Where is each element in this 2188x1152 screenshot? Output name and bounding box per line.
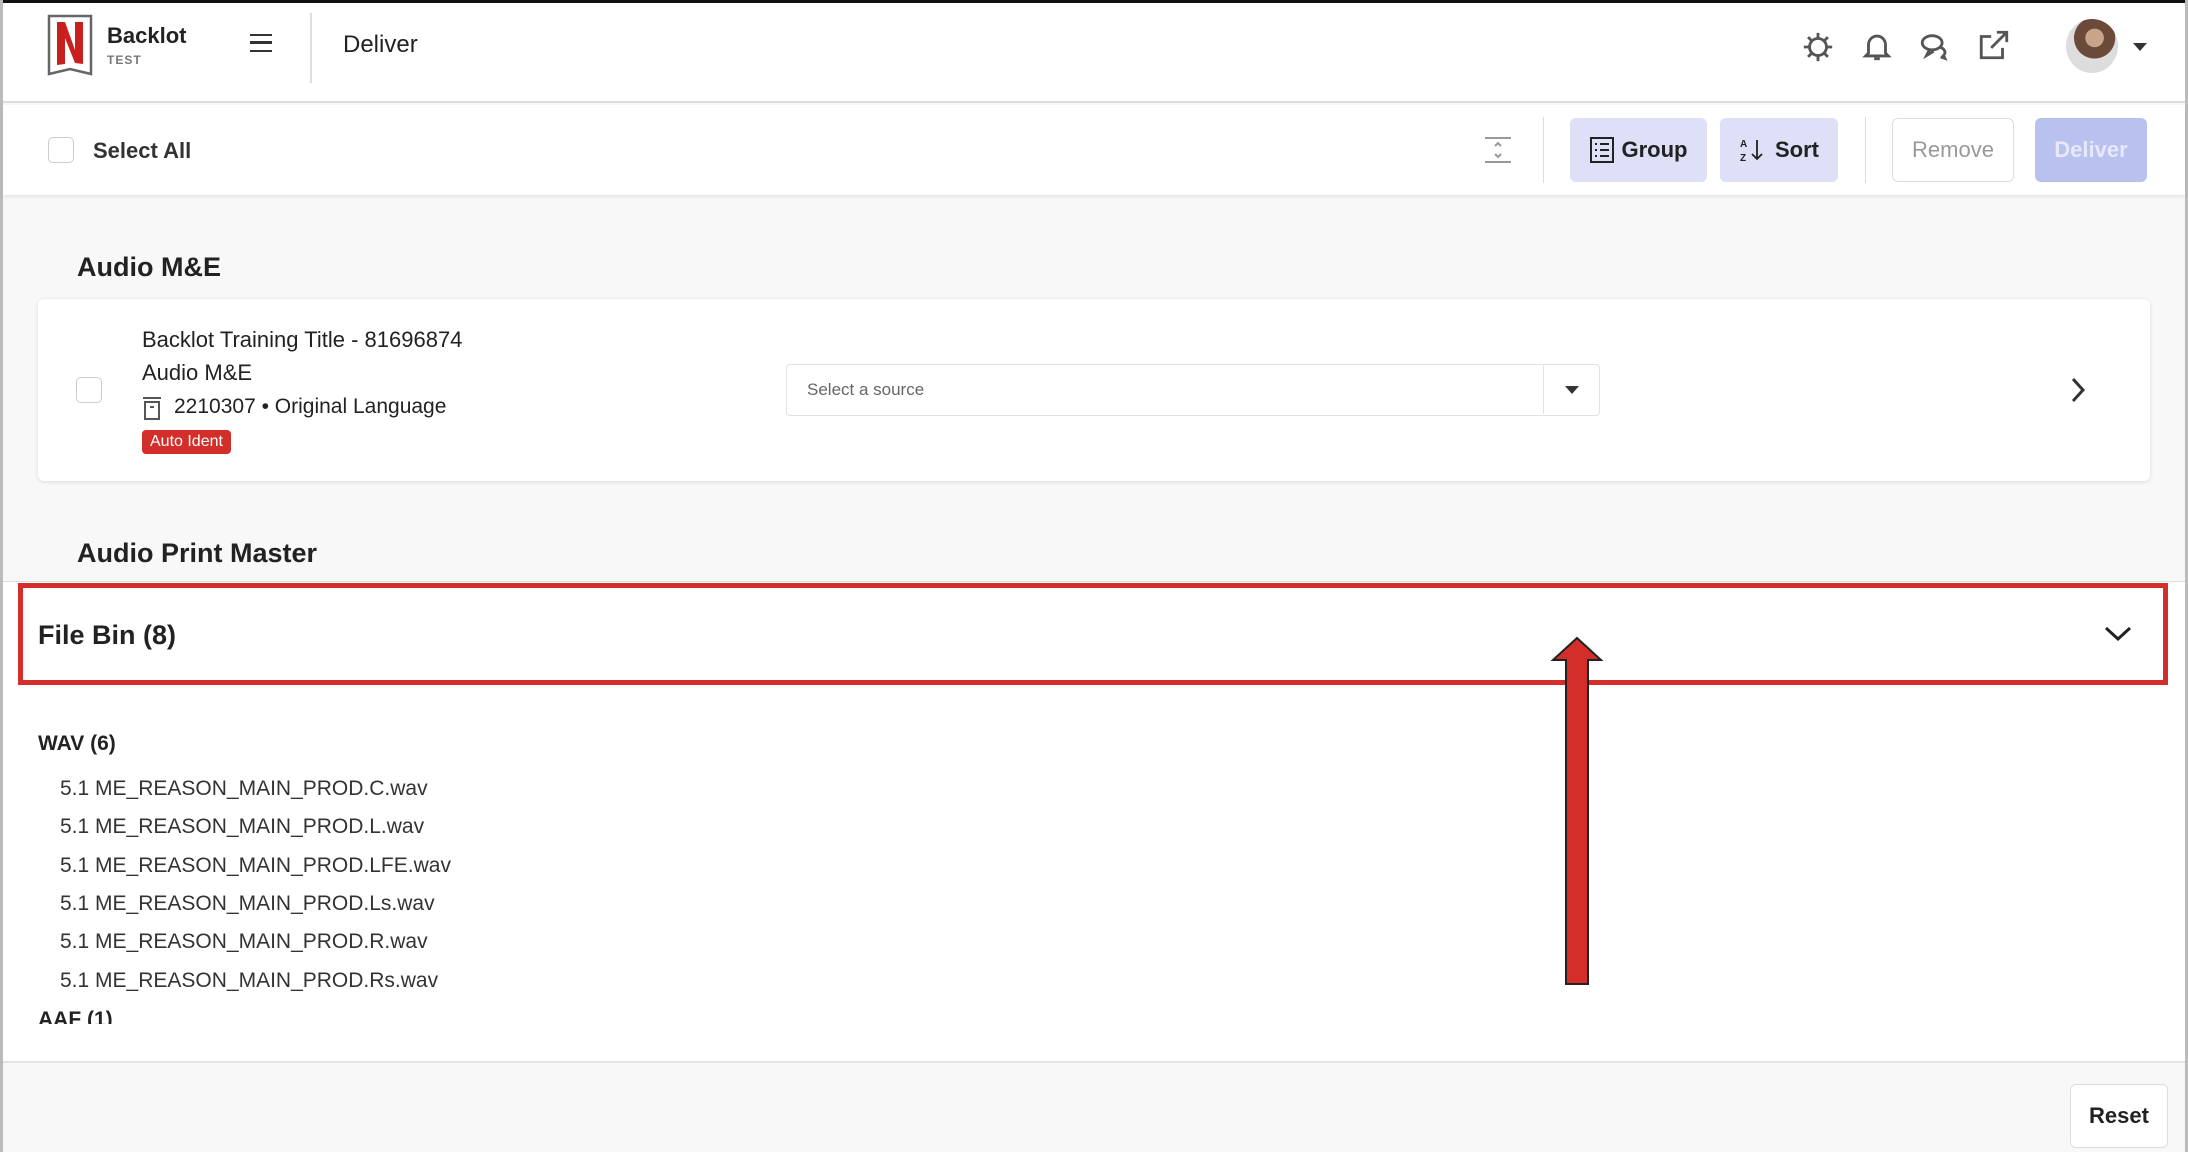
file-item[interactable]: 5.1 ME_REASON_MAIN_PROD.C.wav [60,777,428,801]
external-link-icon[interactable] [1977,28,2011,62]
avatar[interactable] [2066,19,2118,73]
environment-label: TEST [107,53,142,67]
density-toggle-icon[interactable] [1483,135,1513,165]
sort-button[interactable]: AZ Sort [1720,118,1838,182]
file-item[interactable]: 5.1 ME_REASON_MAIN_PROD.R.wav [60,930,428,954]
up-arrow-annotation [1550,636,1604,985]
item-checkbox[interactable] [76,377,102,403]
archive-icon [143,397,161,420]
file-item[interactable]: 5.1 ME_REASON_MAIN_PROD.Ls.wav [60,892,435,916]
section-title: Audio Print Master [77,538,318,568]
app-header: Backlot TEST Deliver [3,3,2185,103]
deliver-button[interactable]: Deliver [2035,118,2147,182]
file-item[interactable]: 5.1 ME_REASON_MAIN_PROD.LFE.wav [60,854,451,878]
bell-icon[interactable] [1860,29,1894,63]
brand-name: Backlot [107,23,187,48]
caret-down-icon [1565,386,1579,394]
list-icon [1589,137,1614,163]
item-subtitle: Audio M&E [142,360,253,385]
group-button[interactable]: Group [1570,118,1707,182]
highlight-annotation [18,583,2168,685]
action-toolbar: Select All Group AZ Sort Remove Deliver [3,105,2185,195]
divider [1865,117,1866,183]
svg-text:Z: Z [1740,153,1746,164]
file-group-label: AAF (1) [38,1008,113,1024]
remove-button[interactable]: Remove [1892,118,2014,182]
divider [1543,117,1544,183]
page-title: Deliver [343,31,418,58]
file-item[interactable]: 5.1 ME_REASON_MAIN_PROD.L.wav [60,815,424,839]
chevron-right-icon[interactable] [2068,375,2088,405]
auto-ident-badge: Auto Ident [142,430,231,454]
item-title: Backlot Training Title - 81696874 [142,327,463,352]
source-select[interactable]: Select a source [786,364,1600,416]
source-select-placeholder: Select a source [807,380,925,399]
svg-text:A: A [1740,139,1747,150]
chat-icon[interactable] [1918,30,1952,64]
item-meta: 2210307 • Original Language [174,395,447,418]
reset-button[interactable]: Reset [2070,1084,2168,1148]
settings-icon[interactable] [1801,30,1835,64]
file-group-clip: AAF (1) [38,1008,113,1024]
caret-down-icon[interactable] [2133,43,2147,51]
select-all-checkbox[interactable] [48,137,74,163]
file-item[interactable]: 5.1 ME_REASON_MAIN_PROD.Rs.wav [60,969,438,993]
hamburger-menu-icon[interactable] [250,34,272,52]
file-group-label: WAV (6) [38,732,116,755]
deliverable-card[interactable]: Backlot Training Title - 81696874 Audio … [38,299,2150,481]
sort-label: Sort [1775,137,1819,162]
section-title: Audio M&E [77,252,221,282]
select-all-label: Select All [93,138,192,163]
source-dropdown-button[interactable] [1543,365,1599,414]
sort-az-icon: AZ [1740,139,1763,164]
divider [310,13,312,83]
group-label: Group [1621,137,1688,162]
backlot-logo-icon[interactable] [47,14,93,78]
